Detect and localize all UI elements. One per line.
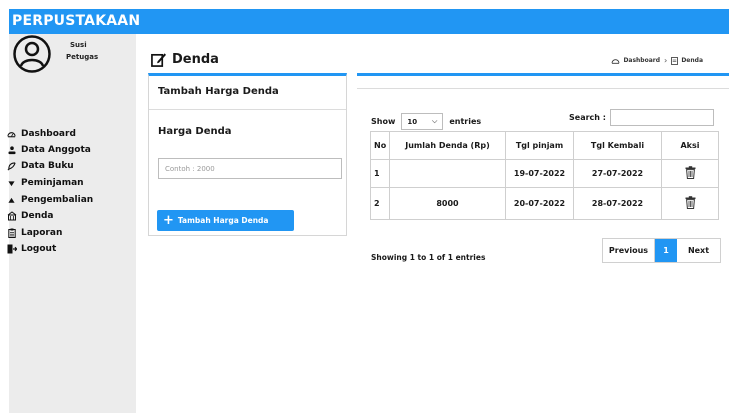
document-icon: [671, 56, 679, 65]
sidebar-item-pengembalian[interactable]: Pengembalian: [5, 193, 93, 207]
cell-action: [661, 187, 719, 220]
pagination-next-button[interactable]: Next: [677, 239, 720, 262]
search-control: Search :: [569, 109, 714, 126]
sidebar-item-dashboard[interactable]: Dashboard: [5, 127, 76, 141]
pagination: Previous 1 Next: [602, 238, 721, 263]
fine-table-card: Show 10 ⌵ entries Search : No Jumlah Den…: [357, 73, 729, 273]
fine-price-label: Harga Denda: [158, 126, 232, 137]
show-label: Show: [371, 117, 396, 126]
fine-price-input[interactable]: [158, 158, 342, 179]
column-header[interactable]: No: [370, 131, 390, 160]
card-heading: Tambah Harga Denda: [158, 86, 279, 97]
search-input[interactable]: [609, 109, 714, 126]
triangle-up-icon: [5, 197, 18, 204]
user-profile: Susi Petugas: [12, 34, 127, 74]
cell-amount: [389, 159, 506, 188]
building-icon: [5, 211, 18, 221]
page-title-text: Denda: [172, 52, 219, 67]
column-header[interactable]: Tgl Kembali: [573, 131, 662, 160]
page-title: Denda: [151, 52, 219, 67]
cell-action: [661, 159, 719, 188]
column-header[interactable]: Jumlah Denda (Rp): [389, 131, 506, 160]
sidebar-item-label: Data Anggota: [21, 145, 91, 155]
page-size-control: Show 10 ⌵ entries: [371, 113, 481, 130]
add-fine-card: Tambah Harga Denda Harga Denda + Tambah …: [148, 73, 347, 236]
logout-icon: [5, 244, 18, 254]
entries-label: entries: [449, 117, 482, 126]
column-header[interactable]: Aksi: [661, 131, 719, 160]
sidebar: [9, 34, 136, 413]
page-size-value: 10: [407, 117, 418, 126]
page-size-select[interactable]: 10 ⌵: [401, 113, 444, 130]
pagination-page-button[interactable]: 1: [655, 239, 677, 262]
sidebar-item-peminjaman[interactable]: Peminjaman: [5, 176, 84, 190]
sidebar-item-label: Dashboard: [21, 129, 76, 139]
sidebar-item-data-anggota[interactable]: Data Anggota: [5, 143, 91, 157]
search-label: Search :: [569, 113, 606, 122]
user-avatar-icon: [13, 35, 51, 73]
table-info: Showing 1 to 1 of 1 entries: [371, 253, 486, 262]
brand-title: PERPUSTAKAAN: [12, 13, 141, 29]
sidebar-item-label: Denda: [21, 211, 54, 221]
edit-icon: [151, 52, 166, 67]
person-icon: [5, 145, 18, 155]
sidebar-item-denda[interactable]: Denda: [5, 209, 54, 223]
chevron-down-icon: ⌵: [432, 117, 438, 125]
user-role: Petugas: [66, 53, 99, 61]
delete-icon[interactable]: [685, 166, 696, 179]
dashboard-icon: [611, 57, 620, 64]
sidebar-item-label: Peminjaman: [21, 178, 84, 188]
user-name: Susi: [70, 41, 87, 49]
cell-no: 1: [370, 159, 390, 188]
sidebar-item-label: Pengembalian: [21, 195, 94, 205]
sidebar-item-data-buku[interactable]: Data Buku: [5, 159, 74, 173]
cell-return-date: 28-07-2022: [573, 187, 662, 220]
sidebar-item-label: Logout: [21, 244, 57, 254]
cell-borrow-date: 20-07-2022: [505, 187, 574, 220]
add-fine-button-label: Tambah Harga Denda: [177, 216, 269, 225]
triangle-down-icon: [5, 180, 18, 187]
divider: [357, 88, 729, 89]
table-header-row: No Jumlah Denda (Rp) Tgl pinjam Tgl Kemb…: [370, 131, 719, 160]
feather-icon: [5, 161, 18, 171]
table-row: 2 8000 20-07-2022 28-07-2022: [370, 187, 719, 220]
breadcrumb-home-link[interactable]: Dashboard: [623, 57, 660, 64]
top-bar: PERPUSTAKAAN: [9, 9, 729, 34]
column-header[interactable]: Tgl pinjam: [505, 131, 574, 160]
cell-borrow-date: 19-07-2022: [505, 159, 574, 188]
dashboard-icon: [5, 130, 18, 139]
clipboard-icon: [5, 228, 18, 238]
cell-amount: 8000: [389, 187, 506, 220]
sidebar-item-label: Laporan: [21, 228, 63, 238]
sidebar-item-laporan[interactable]: Laporan: [5, 226, 62, 240]
pagination-previous-button[interactable]: Previous: [603, 239, 655, 262]
breadcrumb: Dashboard › Denda: [611, 56, 703, 65]
chevron-right-icon: ›: [664, 56, 668, 65]
fine-table: No Jumlah Denda (Rp) Tgl pinjam Tgl Kemb…: [370, 131, 719, 220]
divider: [149, 109, 346, 110]
breadcrumb-current: Denda: [681, 57, 703, 64]
add-fine-button[interactable]: + Tambah Harga Denda: [157, 210, 294, 231]
sidebar-item-logout[interactable]: Logout: [5, 242, 56, 256]
table-row: 1 19-07-2022 27-07-2022: [370, 159, 719, 188]
cell-return-date: 27-07-2022: [573, 159, 662, 188]
delete-icon[interactable]: [685, 196, 696, 209]
sidebar-item-label: Data Buku: [21, 161, 74, 171]
plus-icon: +: [163, 213, 174, 228]
cell-no: 2: [370, 187, 390, 220]
